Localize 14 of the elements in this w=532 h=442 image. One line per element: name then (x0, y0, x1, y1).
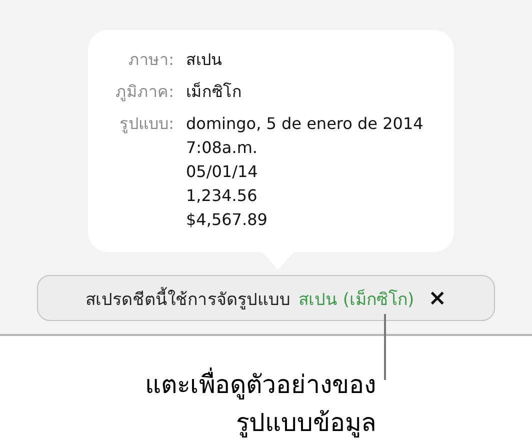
field-value: เม็กซิโก (186, 81, 242, 103)
field-value: 1,234.56 (186, 185, 258, 207)
field-value: 05/01/14 (186, 161, 259, 183)
field-value: สเปน (186, 49, 222, 71)
field-label: ภาษา: (128, 49, 174, 71)
field-label: ภูมิภาค: (114, 81, 174, 104)
leader-line (384, 314, 386, 380)
callout-text: แตะเพื่อดูตัวอย่างของ รูปแบบข้อมูล (145, 366, 376, 442)
field-value: 7:08a.m. (186, 137, 258, 159)
field-value: $4,567.89 (186, 209, 268, 231)
close-button[interactable]: × (422, 286, 447, 310)
banner-message: สเปรดชีตนี้ใช้การจัดรูปแบบ (85, 284, 290, 312)
field-label: รูปแบบ: (118, 113, 174, 136)
field-value: domingo, 5 de enero de 2014 (186, 113, 424, 135)
